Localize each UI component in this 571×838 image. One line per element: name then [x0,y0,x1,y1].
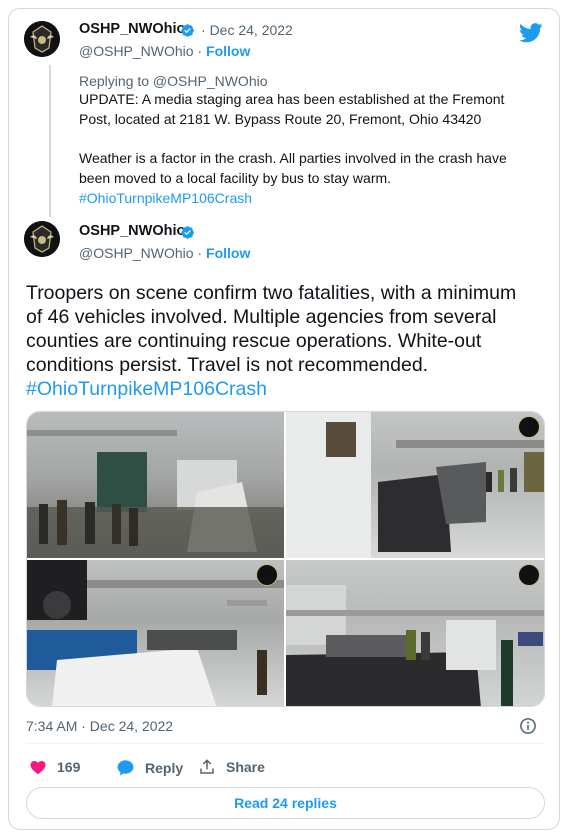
follow-button[interactable]: Follow [206,43,250,59]
patrol-watermark-icon [518,564,540,586]
patrol-badge-icon [24,21,60,57]
like-button[interactable]: 169 [29,758,80,776]
reply-button[interactable]: Reply [116,758,183,777]
verified-badge-icon [181,24,194,37]
author-name[interactable]: OSHP_NWOhio [79,223,185,239]
reply-bubble-icon [117,760,134,776]
crash-photo-2[interactable] [286,412,544,558]
info-icon[interactable] [519,717,537,735]
like-count: 169 [57,759,81,775]
thread-connector-line [49,65,51,217]
author-handle-row: @OSHP_NWOhio · Follow [79,245,251,261]
tweet-timestamp[interactable]: 7:34 AM · Dec 24, 2022 [26,718,173,734]
patrol-watermark-icon [256,564,278,586]
verified-badge-icon [181,226,194,239]
hashtag-link[interactable]: #OhioTurnpikeMP106Crash [79,188,549,208]
tweet-date[interactable]: · Dec 24, 2022 [201,22,293,38]
follow-button[interactable]: Follow [206,245,250,261]
share-label: Share [226,759,265,775]
replying-to: Replying to @OSHP_NWOhio [79,73,268,89]
heart-icon [30,761,46,775]
crash-photo-3[interactable] [27,560,284,706]
tweet-text-continued: Weather is a factor in the crash. All pa… [79,148,549,208]
patrol-watermark-icon [518,416,540,438]
media-grid [26,411,545,707]
avatar[interactable] [24,221,60,257]
share-button[interactable]: Share [198,758,265,776]
crash-photo-1[interactable] [27,412,284,558]
divider [26,743,545,744]
crash-photo-4[interactable] [286,560,544,706]
avatar[interactable] [24,21,60,57]
share-icon [200,759,214,774]
author-handle-row: @OSHP_NWOhio · Follow [79,43,251,59]
tweet-text: UPDATE: A media staging area has been es… [79,91,505,127]
author-handle[interactable]: @OSHP_NWOhio [79,245,194,261]
author-handle[interactable]: @OSHP_NWOhio [79,43,194,59]
patrol-badge-icon [24,221,60,257]
author-name[interactable]: OSHP_NWOhio [79,21,185,37]
tweet-text: Troopers on scene confirm two fatalities… [26,281,551,401]
reply-label: Reply [145,759,184,776]
read-replies-button[interactable]: Read 24 replies [26,787,545,819]
twitter-bird-icon[interactable] [519,23,543,43]
embedded-tweet-card: OSHP_NWOhio · Dec 24, 2022 @OSHP_NWOhio … [8,8,560,830]
hashtag-link[interactable]: #OhioTurnpikeMP106Crash [26,377,551,401]
